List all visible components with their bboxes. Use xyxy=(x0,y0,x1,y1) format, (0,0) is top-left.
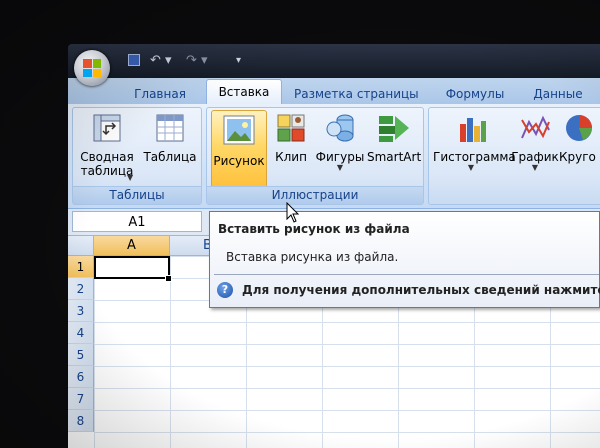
row-header-5[interactable]: 5 xyxy=(68,344,94,366)
picture-button[interactable]: Рисунок xyxy=(211,110,267,188)
chevron-down-icon: ▼ xyxy=(127,173,134,182)
row-header-3[interactable]: 3 xyxy=(68,300,94,322)
tables-group: Сводная таблица ▼ Таблица Таблицы xyxy=(72,107,202,205)
picture-label: Рисунок xyxy=(213,154,265,168)
name-box[interactable]: A1 xyxy=(72,211,202,232)
office-button[interactable] xyxy=(74,50,110,86)
graph-label: График xyxy=(511,150,559,164)
histogram-label: Гистограмма xyxy=(433,150,516,164)
tooltip-body: Вставка рисунка из файла. xyxy=(226,250,399,264)
tooltip-divider xyxy=(214,274,599,275)
tab-formulas[interactable]: Формулы xyxy=(442,84,508,104)
shapes-button[interactable]: Фигуры ▼ xyxy=(315,112,365,188)
graph-button[interactable]: График ▼ xyxy=(511,112,559,188)
table-icon xyxy=(156,114,184,142)
ribbon-tabs: Главная Вставка Разметка страницы Формул… xyxy=(68,78,600,105)
shapes-label: Фигуры xyxy=(315,150,365,164)
fill-handle[interactable] xyxy=(165,275,172,282)
column-header-a[interactable]: A xyxy=(94,236,170,256)
tooltip-title: Вставить рисунок из файла xyxy=(218,222,410,236)
illustrations-group: Рисунок Клип Фигуры ▼ SmartArt Иллюстрац… xyxy=(206,107,424,205)
title-bar: ↶ ▾ ↷ ▾ ▾ xyxy=(68,44,600,78)
smartart-label: SmartArt xyxy=(367,150,422,164)
tab-home[interactable]: Главная xyxy=(130,84,190,104)
chevron-down-icon: ▼ xyxy=(531,163,539,172)
illustrations-group-label: Иллюстрации xyxy=(207,186,423,204)
pivot-label-1: Сводная xyxy=(80,150,134,164)
line-chart-icon xyxy=(521,115,550,139)
active-cell[interactable] xyxy=(94,256,170,279)
ribbon: Сводная таблица ▼ Таблица Таблицы Рисуно… xyxy=(68,104,600,209)
picture-icon xyxy=(223,115,255,145)
save-icon[interactable] xyxy=(126,52,142,70)
help-icon: ? xyxy=(217,282,233,298)
pivot-table-icon xyxy=(93,114,121,142)
tables-group-label: Таблицы xyxy=(73,186,201,204)
smartart-button[interactable]: SmartArt xyxy=(367,112,421,188)
mouse-pointer-icon xyxy=(286,202,300,223)
office-logo-icon xyxy=(83,59,101,77)
histogram-button[interactable]: Гистограмма ▼ xyxy=(433,112,516,188)
table-label: Таблица xyxy=(143,150,197,164)
excel-window: ↶ ▾ ↷ ▾ ▾ Главная Вставка Разметка стран… xyxy=(68,44,600,448)
shapes-icon xyxy=(326,114,354,142)
customize-qat-icon[interactable]: ▾ xyxy=(236,52,248,70)
pie-chart-icon xyxy=(566,115,592,141)
row-header-4[interactable]: 4 xyxy=(68,322,94,344)
tab-page-layout[interactable]: Разметка страницы xyxy=(294,84,419,104)
undo-icon[interactable]: ↶ ▾ xyxy=(150,52,178,70)
column-chart-icon xyxy=(460,118,486,142)
tab-insert[interactable]: Вставка xyxy=(206,79,282,105)
row-header-2[interactable]: 2 xyxy=(68,278,94,300)
select-all-corner[interactable] xyxy=(68,236,94,256)
tab-data[interactable]: Данные xyxy=(530,84,586,104)
tooltip-help-text: Для получения дополнительных сведений на… xyxy=(242,283,600,297)
chevron-down-icon: ▼ xyxy=(467,163,475,172)
pie-label: Круго xyxy=(559,150,596,164)
table-button[interactable]: Таблица xyxy=(141,112,199,188)
charts-group: Гистограмма ▼ График ▼ Круго xyxy=(428,107,600,205)
clip-label: Клип xyxy=(275,150,307,164)
clip-button[interactable]: Клип xyxy=(271,112,311,188)
picture-tooltip: Вставить рисунок из файла Вставка рисунк… xyxy=(209,211,600,308)
row-header-1[interactable]: 1 xyxy=(68,256,94,278)
redo-icon[interactable]: ↷ ▾ xyxy=(186,52,214,70)
pivot-table-button[interactable]: Сводная таблица ▼ xyxy=(77,112,137,188)
row-header-6[interactable]: 6 xyxy=(68,366,94,388)
pie-button[interactable]: Круго xyxy=(559,112,600,188)
row-header-8[interactable]: 8 xyxy=(68,410,94,432)
smartart-icon xyxy=(379,116,409,142)
clipart-icon xyxy=(277,114,305,142)
row-header-7[interactable]: 7 xyxy=(68,388,94,410)
chevron-down-icon: ▼ xyxy=(336,163,344,172)
